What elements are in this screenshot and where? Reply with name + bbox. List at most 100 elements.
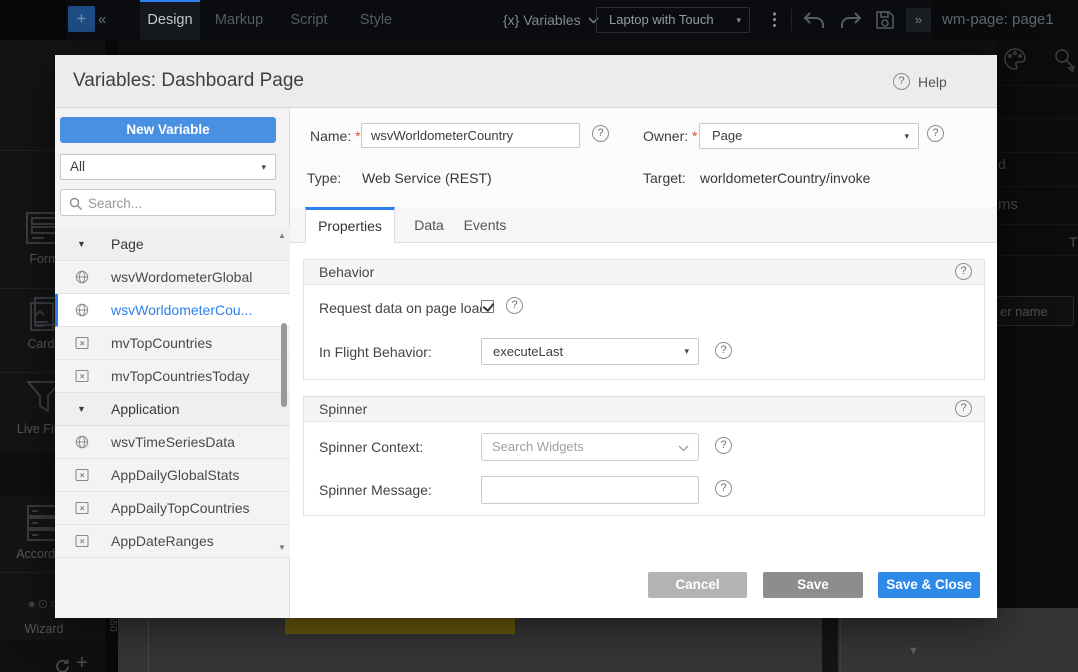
tab-script[interactable]: Script (278, 0, 340, 40)
refresh-icon[interactable] (54, 659, 69, 672)
variable-list-item[interactable]: AppDailyGlobalStats (55, 459, 290, 492)
name-input[interactable] (361, 123, 580, 148)
help-icon[interactable]: ? (893, 73, 910, 90)
group-caret-icon: ▼ (77, 393, 86, 425)
help-icon[interactable]: ? (506, 297, 523, 314)
panel-text-fragment: T (1069, 234, 1078, 250)
theme-palette-icon[interactable] (1002, 46, 1028, 72)
help-icon[interactable]: ? (955, 263, 972, 280)
model-variable-icon (75, 468, 89, 482)
dialog-header: Variables: Dashboard Page ? Help (55, 55, 997, 108)
panel-input-fragment: er name (1000, 304, 1048, 319)
toolbar-divider (791, 9, 792, 31)
tab-design[interactable]: Design (140, 0, 200, 40)
variables-dialog: Variables: Dashboard Page ? Help New Var… (55, 55, 997, 618)
owner-label: Owner: * (643, 128, 697, 144)
spinner-title: Spinner (319, 397, 367, 421)
palette-item-wizard[interactable]: Wizard (0, 622, 88, 636)
list-scroll-up-icon[interactable]: ▲ (278, 231, 286, 240)
redo-icon[interactable] (840, 12, 862, 29)
model-variable-icon (75, 534, 89, 548)
add-icon[interactable]: + (76, 652, 88, 672)
target-value: worldometerCountry/invoke (700, 170, 870, 186)
variable-list-item[interactable]: AppDailyTopCountries (55, 492, 290, 525)
owner-select[interactable]: Page ▾ (699, 123, 919, 149)
variable-list-item[interactable]: wsvTimeSeriesData (55, 426, 290, 459)
behavior-section-header: Behavior ? (304, 260, 984, 285)
variable-list-item[interactable]: mvTopCountriesToday (55, 360, 290, 393)
list-scrollbar-thumb[interactable] (281, 323, 287, 407)
more-options-icon[interactable]: ⋮ (766, 0, 783, 40)
save-button[interactable]: Save (763, 572, 863, 598)
inspect-zoom-icon[interactable] (1052, 46, 1078, 72)
variable-list-item[interactable]: mvTopCountries (55, 327, 290, 360)
variable-group-page[interactable]: ▼ Page (55, 228, 290, 261)
collapse-panel-icon[interactable]: « (98, 0, 106, 40)
chevron-down-icon (678, 445, 689, 452)
search-input[interactable] (86, 191, 270, 216)
request-data-checkbox[interactable] (481, 300, 494, 313)
undo-icon[interactable] (803, 12, 825, 29)
spinner-message-input[interactable] (481, 476, 699, 504)
caret-down-icon: ▾ (684, 339, 689, 364)
required-marker: * (692, 128, 697, 144)
caret-down-icon: ▾ (904, 124, 909, 148)
variable-filter-select[interactable]: All ▾ (60, 154, 276, 180)
web-service-icon (75, 270, 89, 284)
variable-list-item[interactable]: wsvWordometerGlobal (55, 261, 290, 294)
panel-divider (997, 224, 1078, 225)
variable-group-application[interactable]: ▼ Application (55, 393, 290, 426)
variable-list-item-selected[interactable]: wsvWorldometerCou... (55, 294, 290, 327)
tab-data[interactable]: Data (405, 207, 453, 243)
panel-divider (997, 152, 1078, 153)
inflight-select[interactable]: executeLast ▾ (481, 338, 699, 365)
caret-down-icon: ▾ (261, 155, 266, 179)
save-icon[interactable] (875, 10, 895, 30)
web-service-icon (75, 435, 89, 449)
tab-events[interactable]: Events (455, 207, 515, 243)
device-select-value: Laptop with Touch (609, 8, 714, 32)
variable-search (60, 189, 276, 216)
canvas-highlighted-widget (285, 617, 515, 634)
topbar-left-spacer (0, 0, 66, 40)
panel-name-input[interactable]: er name (990, 296, 1074, 326)
help-icon[interactable]: ? (715, 480, 732, 497)
tab-properties[interactable]: Properties (305, 207, 395, 244)
device-select[interactable]: Laptop with Touch ▾ (596, 7, 750, 33)
panel-divider (997, 255, 1078, 256)
type-label: Type: (307, 170, 341, 186)
help-icon[interactable]: ? (592, 125, 609, 142)
web-service-icon (75, 303, 89, 317)
variables-menu[interactable]: {x} Variables (503, 0, 581, 40)
add-page-button[interactable]: + (68, 6, 95, 32)
tab-markup[interactable]: Markup (205, 0, 273, 40)
list-scroll-down-icon[interactable]: ▼ (278, 543, 286, 552)
help-icon[interactable]: ? (955, 400, 972, 417)
spinner-section: Spinner ? Spinner Context: Search Widget… (303, 396, 985, 516)
help-icon[interactable]: ? (927, 125, 944, 142)
new-variable-button[interactable]: New Variable (60, 117, 276, 143)
cancel-button[interactable]: Cancel (648, 572, 747, 598)
search-icon (69, 197, 83, 211)
help-link[interactable]: Help (918, 74, 947, 90)
panel-divider (997, 85, 1078, 86)
spinner-section-header: Spinner ? (304, 397, 984, 422)
required-marker: * (355, 128, 360, 144)
top-toolbar: + « Design Markup Script Style {x} Varia… (0, 0, 1078, 40)
expand-panel-icon[interactable]: » (906, 8, 931, 32)
save-and-close-button[interactable]: Save & Close (878, 572, 980, 598)
help-icon[interactable]: ? (715, 437, 732, 454)
canvas-scroll-down-icon: ▼ (908, 645, 919, 657)
plus-icon: + (77, 9, 87, 28)
panel-divider (997, 186, 1078, 187)
group-caret-icon: ▼ (77, 228, 86, 260)
request-data-label: Request data on page load (319, 300, 487, 316)
variable-list-item[interactable]: AppDateRanges (55, 525, 290, 558)
model-variable-icon (75, 501, 89, 515)
name-label: Name: * (310, 128, 361, 144)
help-icon[interactable]: ? (715, 342, 732, 359)
tab-style[interactable]: Style (347, 0, 405, 40)
spinner-context-select[interactable]: Search Widgets (481, 433, 699, 461)
spinner-context-label: Spinner Context: (319, 439, 423, 455)
panel-text-fragment: d (998, 156, 1006, 172)
